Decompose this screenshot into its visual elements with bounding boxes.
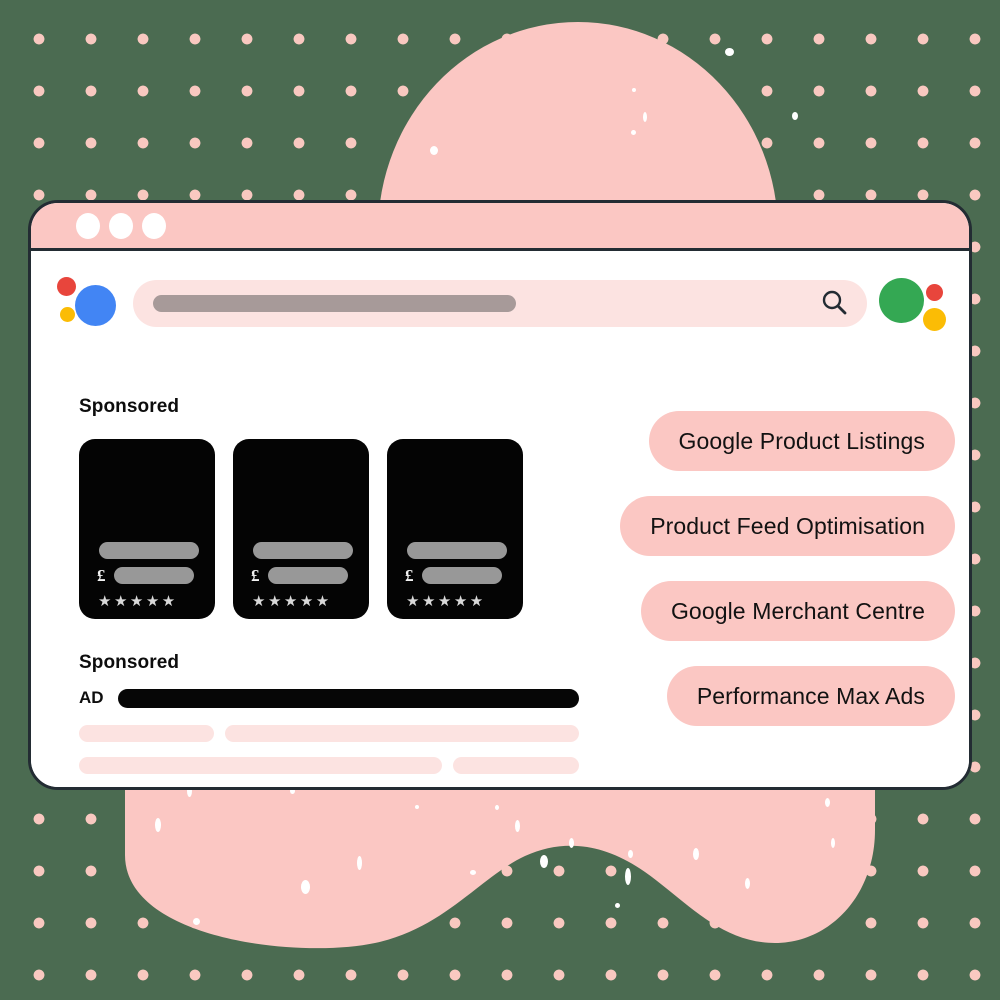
pill-google-merchant-centre[interactable]: Google Merchant Centre bbox=[640, 581, 955, 641]
red-dot-icon bbox=[926, 284, 943, 301]
yellow-dot-icon bbox=[923, 308, 946, 331]
window-minimize-button[interactable] bbox=[109, 212, 133, 239]
search-query-placeholder bbox=[153, 294, 516, 312]
ad-description-skeleton bbox=[79, 725, 579, 790]
yellow-dot-icon bbox=[60, 307, 75, 322]
skeleton-bar bbox=[453, 757, 579, 774]
service-pill-list: Google Product Listings Product Feed Opt… bbox=[620, 411, 955, 726]
text-ad-row[interactable]: AD bbox=[79, 688, 579, 708]
sponsored-shopping-label: Sponsored bbox=[79, 396, 180, 417]
sponsored-text-ad-label: Sponsored bbox=[79, 652, 180, 673]
search-row bbox=[31, 263, 969, 343]
product-price-placeholder bbox=[267, 567, 348, 584]
skeleton-bar bbox=[79, 757, 443, 774]
ad-badge: AD bbox=[79, 688, 104, 707]
green-dot-icon bbox=[879, 278, 924, 323]
google-logo-right bbox=[879, 270, 959, 336]
product-card[interactable]: £ ★★★★★ bbox=[79, 439, 215, 619]
results-column: Sponsored £ ★★★★★ £ ★★★★★ £ ★★★★★ Sponso… bbox=[79, 396, 579, 790]
window-close-button[interactable] bbox=[76, 212, 100, 239]
skeleton-row bbox=[79, 789, 579, 790]
currency-symbol: £ bbox=[405, 566, 414, 585]
product-card-list: £ ★★★★★ £ ★★★★★ £ ★★★★★ bbox=[79, 439, 579, 619]
product-title-placeholder bbox=[407, 542, 507, 559]
product-title-placeholder bbox=[253, 542, 353, 559]
product-price-row: £ bbox=[405, 567, 502, 584]
skeleton-bar bbox=[79, 725, 215, 742]
currency-symbol: £ bbox=[251, 566, 260, 585]
product-price-row: £ bbox=[251, 567, 348, 584]
product-price-placeholder bbox=[113, 567, 194, 584]
pill-performance-max-ads[interactable]: Performance Max Ads bbox=[666, 666, 955, 726]
product-price-row: £ bbox=[97, 567, 194, 584]
pill-google-product-listings[interactable]: Google Product Listings bbox=[648, 411, 955, 471]
skeleton-row bbox=[79, 757, 579, 774]
product-card[interactable]: £ ★★★★★ bbox=[233, 439, 369, 619]
product-card[interactable]: £ ★★★★★ bbox=[387, 439, 523, 619]
google-logo-left bbox=[49, 275, 116, 331]
browser-titlebar bbox=[31, 203, 969, 251]
product-title-placeholder bbox=[99, 542, 199, 559]
rating-stars: ★★★★★ bbox=[252, 593, 332, 610]
skeleton-row bbox=[79, 725, 579, 742]
ad-headline-placeholder bbox=[117, 688, 579, 708]
window-maximize-button[interactable] bbox=[142, 212, 166, 239]
skeleton-bar bbox=[225, 725, 579, 742]
search-icon[interactable] bbox=[819, 288, 849, 318]
search-input[interactable] bbox=[133, 279, 867, 327]
browser-content: Sponsored £ ★★★★★ £ ★★★★★ £ ★★★★★ Sponso… bbox=[31, 251, 969, 790]
red-dot-icon bbox=[57, 277, 76, 296]
product-price-placeholder bbox=[421, 567, 502, 584]
canvas: Sponsored £ ★★★★★ £ ★★★★★ £ ★★★★★ Sponso… bbox=[0, 0, 1000, 1000]
rating-stars: ★★★★★ bbox=[406, 593, 486, 610]
currency-symbol: £ bbox=[97, 566, 106, 585]
browser-window: Sponsored £ ★★★★★ £ ★★★★★ £ ★★★★★ Sponso… bbox=[28, 200, 972, 790]
blue-dot-icon bbox=[75, 285, 116, 326]
rating-stars: ★★★★★ bbox=[98, 593, 178, 610]
pill-product-feed-optimisation[interactable]: Product Feed Optimisation bbox=[620, 496, 955, 556]
skeleton-bar bbox=[79, 789, 579, 790]
